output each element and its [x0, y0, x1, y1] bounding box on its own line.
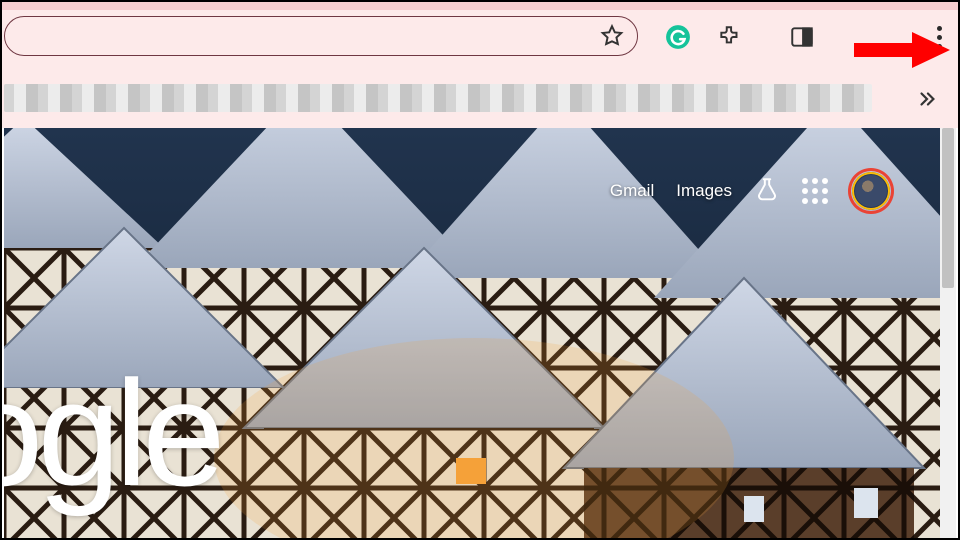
gmail-link[interactable]: Gmail — [610, 181, 654, 201]
annotation-arrow — [854, 30, 950, 75]
sidepanel-icon[interactable] — [788, 23, 816, 51]
browser-toolbar — [2, 2, 958, 68]
tab-strip-edge — [2, 2, 958, 10]
profile-avatar[interactable] — [850, 170, 892, 212]
scrollbar-thumb[interactable] — [942, 128, 954, 288]
extensions-icon[interactable] — [716, 23, 744, 51]
bookmark-bar-blurred — [4, 84, 872, 112]
flask-icon[interactable] — [754, 176, 780, 207]
page-viewport: Gmail Images ogle — [4, 128, 944, 538]
address-bar[interactable] — [4, 16, 638, 56]
vertical-scrollbar[interactable] — [940, 128, 956, 538]
images-link[interactable]: Images — [676, 181, 732, 201]
google-logo-fragment: ogle — [4, 358, 220, 508]
apps-grid-icon[interactable] — [802, 178, 828, 204]
star-icon[interactable] — [599, 23, 625, 54]
chevron-right-double-icon[interactable] — [916, 88, 938, 115]
grammarly-icon[interactable] — [664, 23, 692, 51]
